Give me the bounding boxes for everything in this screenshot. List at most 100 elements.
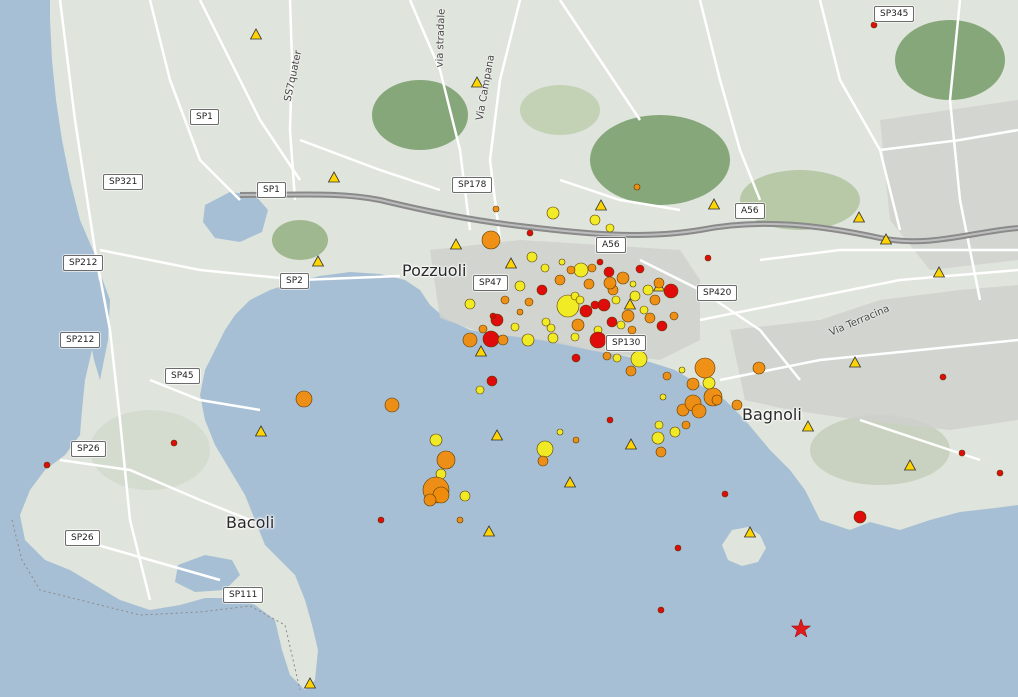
seismic-event-marker[interactable] — [656, 320, 668, 332]
seismic-event-marker[interactable] — [704, 254, 712, 262]
seismic-event-marker[interactable] — [583, 278, 595, 290]
seismic-event-marker[interactable] — [541, 317, 551, 327]
seismic-event-marker[interactable] — [596, 258, 604, 266]
seismic-event-marker[interactable] — [492, 205, 500, 213]
seismic-event-marker[interactable] — [939, 373, 947, 381]
seismic-event-marker[interactable] — [603, 266, 615, 278]
seismic-event-marker[interactable] — [478, 324, 488, 334]
seismic-event-marker[interactable] — [691, 403, 707, 419]
seismic-event-marker[interactable] — [659, 393, 667, 401]
seismic-event-marker[interactable] — [642, 284, 654, 296]
seismic-event-marker[interactable] — [475, 385, 485, 395]
seismic-event-marker[interactable] — [514, 280, 526, 292]
seismic-event-marker[interactable] — [653, 277, 665, 289]
seismic-event-marker[interactable] — [537, 455, 549, 467]
seismic-event-marker[interactable] — [464, 298, 476, 310]
seismic-event-marker[interactable] — [651, 431, 665, 445]
seismic-event-marker[interactable] — [570, 332, 580, 342]
seismic-event-marker[interactable] — [603, 276, 617, 290]
seismic-event-marker[interactable] — [489, 312, 497, 320]
seismic-event-marker[interactable] — [621, 309, 635, 323]
seismic-event-marker[interactable] — [731, 399, 743, 411]
seismic-event-marker[interactable] — [536, 284, 548, 296]
seismic-event-marker[interactable] — [611, 295, 621, 305]
map-canvas[interactable]: Pozzuoli Bagnoli Bacoli SS7quater Via Ca… — [0, 0, 1018, 697]
seismic-event-marker[interactable] — [556, 428, 564, 436]
seismic-event-marker[interactable] — [625, 365, 637, 377]
seismic-event-marker[interactable] — [612, 353, 622, 363]
seismic-event-marker[interactable] — [456, 516, 464, 524]
seismic-event-marker[interactable] — [547, 332, 559, 344]
seismic-event-marker[interactable] — [629, 280, 637, 288]
seismic-event-marker[interactable] — [663, 283, 679, 299]
seismic-event-marker[interactable] — [649, 294, 661, 306]
seismic-event-marker[interactable] — [497, 334, 509, 346]
seismic-event-marker[interactable] — [526, 229, 534, 237]
seismic-event-marker[interactable] — [566, 265, 576, 275]
seismic-event-marker[interactable] — [627, 325, 637, 335]
seismic-event-marker[interactable] — [669, 311, 679, 321]
seismic-event-marker[interactable] — [655, 446, 667, 458]
seismic-event-marker[interactable] — [629, 290, 641, 302]
seismic-event-marker[interactable] — [429, 433, 443, 447]
seismic-event-marker[interactable] — [662, 371, 672, 381]
seismic-event-marker[interactable] — [572, 436, 580, 444]
seismic-event-marker[interactable] — [500, 295, 510, 305]
seismic-event-marker[interactable] — [423, 493, 437, 507]
seismic-event-marker[interactable] — [554, 274, 566, 286]
seismic-event-marker[interactable] — [516, 308, 524, 316]
seismic-event-marker[interactable] — [602, 351, 612, 361]
seismic-event-marker[interactable] — [639, 305, 649, 315]
seismic-event-marker[interactable] — [606, 416, 614, 424]
seismic-event-marker[interactable] — [571, 353, 581, 363]
seismic-event-marker[interactable] — [597, 298, 611, 312]
seismic-event-marker[interactable] — [587, 263, 597, 273]
seismic-event-marker[interactable] — [524, 297, 534, 307]
seismic-event-marker[interactable] — [589, 331, 607, 349]
seismic-event-marker[interactable] — [481, 230, 501, 250]
seismic-event-marker[interactable] — [711, 394, 723, 406]
seismic-event-marker[interactable] — [681, 420, 691, 430]
seismic-event-marker[interactable] — [579, 304, 593, 318]
seismic-event-marker[interactable] — [702, 376, 716, 390]
seismic-event-marker[interactable] — [462, 332, 478, 348]
seismic-event-marker[interactable] — [558, 258, 566, 266]
seismic-event-marker[interactable] — [694, 357, 716, 379]
seismic-event-marker[interactable] — [295, 390, 313, 408]
seismic-event-marker[interactable] — [571, 318, 585, 332]
seismic-event-marker[interactable] — [526, 251, 538, 263]
seismic-event-marker[interactable] — [459, 490, 471, 502]
seismic-event-marker[interactable] — [616, 320, 626, 330]
seismic-event-marker[interactable] — [170, 439, 178, 447]
seismic-event-marker[interactable] — [546, 206, 560, 220]
seismic-event-marker[interactable] — [669, 426, 681, 438]
seismic-event-marker[interactable] — [853, 510, 867, 524]
seismic-event-marker[interactable] — [958, 449, 966, 457]
seismic-event-marker[interactable] — [436, 450, 456, 470]
seismic-event-marker[interactable] — [589, 214, 601, 226]
seismic-event-marker[interactable] — [540, 263, 550, 273]
seismic-event-marker[interactable] — [654, 420, 664, 430]
seismic-event-marker[interactable] — [635, 264, 645, 274]
seismic-event-marker[interactable] — [377, 516, 385, 524]
seismic-event-marker[interactable] — [482, 330, 500, 348]
seismic-event-marker[interactable] — [521, 333, 535, 347]
seismic-event-marker[interactable] — [996, 469, 1004, 477]
seismic-event-marker[interactable] — [573, 262, 589, 278]
seismic-event-marker[interactable] — [616, 271, 630, 285]
seismic-event-marker[interactable] — [575, 295, 585, 305]
seismic-event-marker[interactable] — [486, 375, 498, 387]
seismic-event-marker[interactable] — [633, 183, 641, 191]
seismic-event-marker[interactable] — [43, 461, 51, 469]
seismic-event-marker[interactable] — [605, 223, 615, 233]
seismic-event-marker[interactable] — [606, 316, 618, 328]
seismic-event-marker[interactable] — [536, 440, 554, 458]
seismic-event-marker[interactable] — [657, 606, 665, 614]
seismic-event-marker[interactable] — [674, 544, 682, 552]
seismic-event-marker[interactable] — [510, 322, 520, 332]
seismic-event-marker[interactable] — [630, 350, 648, 368]
seismic-event-marker[interactable] — [721, 490, 729, 498]
seismic-event-marker[interactable] — [752, 361, 766, 375]
seismic-event-marker[interactable] — [384, 397, 400, 413]
seismic-event-marker[interactable] — [590, 300, 600, 310]
